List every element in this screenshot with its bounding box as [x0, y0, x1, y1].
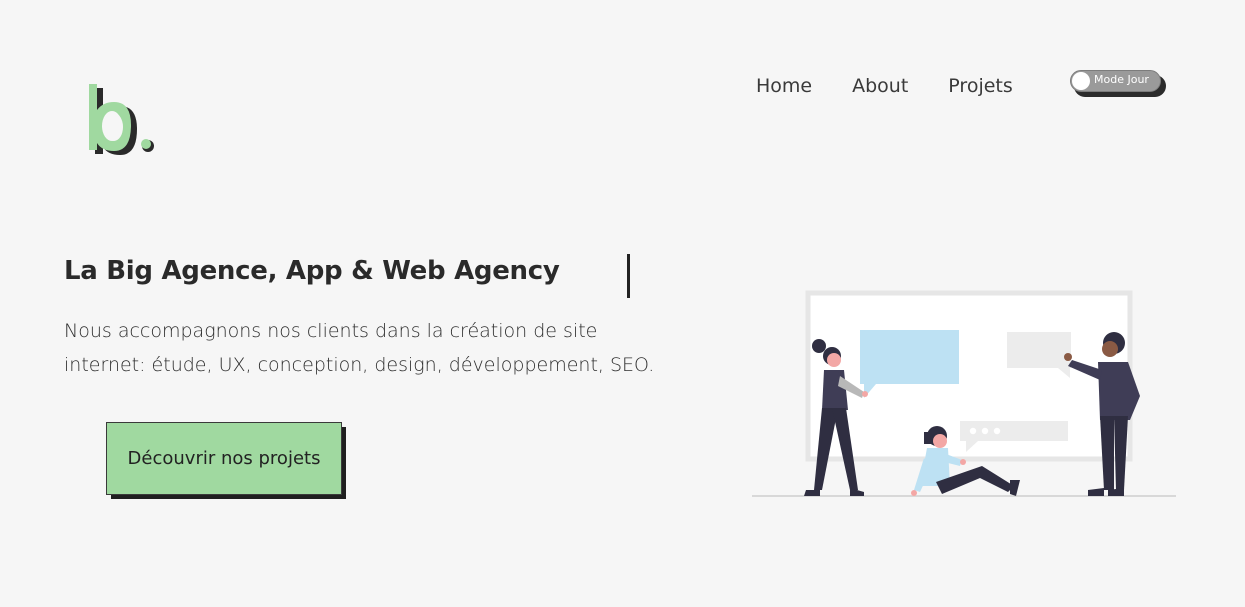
typing-cursor: [627, 254, 630, 298]
theme-toggle[interactable]: Mode Jour: [1070, 70, 1166, 98]
team-presentation-illustration: [752, 290, 1176, 497]
nav-home[interactable]: Home: [756, 72, 812, 100]
discover-projects-button[interactable]: Découvrir nos projets: [106, 422, 342, 495]
main-nav: Home About Projets: [756, 72, 1053, 100]
cta-wrapper: Découvrir nos projets: [106, 422, 347, 500]
logo-dot: [141, 139, 154, 152]
hero-description: Nous accompagnons nos clients dans la cr…: [64, 320, 655, 376]
hero-headline: La Big Agence, App & Web Agency: [64, 256, 560, 286]
nav-about[interactable]: About: [852, 72, 908, 100]
nav-projets[interactable]: Projets: [948, 72, 1012, 100]
toggle-knob[interactable]: [1072, 72, 1090, 90]
logo-letter-b: [89, 84, 137, 155]
toggle-label: Mode Jour: [1094, 73, 1149, 86]
whiteboard-icon: [805, 290, 1133, 462]
logo[interactable]: [86, 78, 166, 160]
